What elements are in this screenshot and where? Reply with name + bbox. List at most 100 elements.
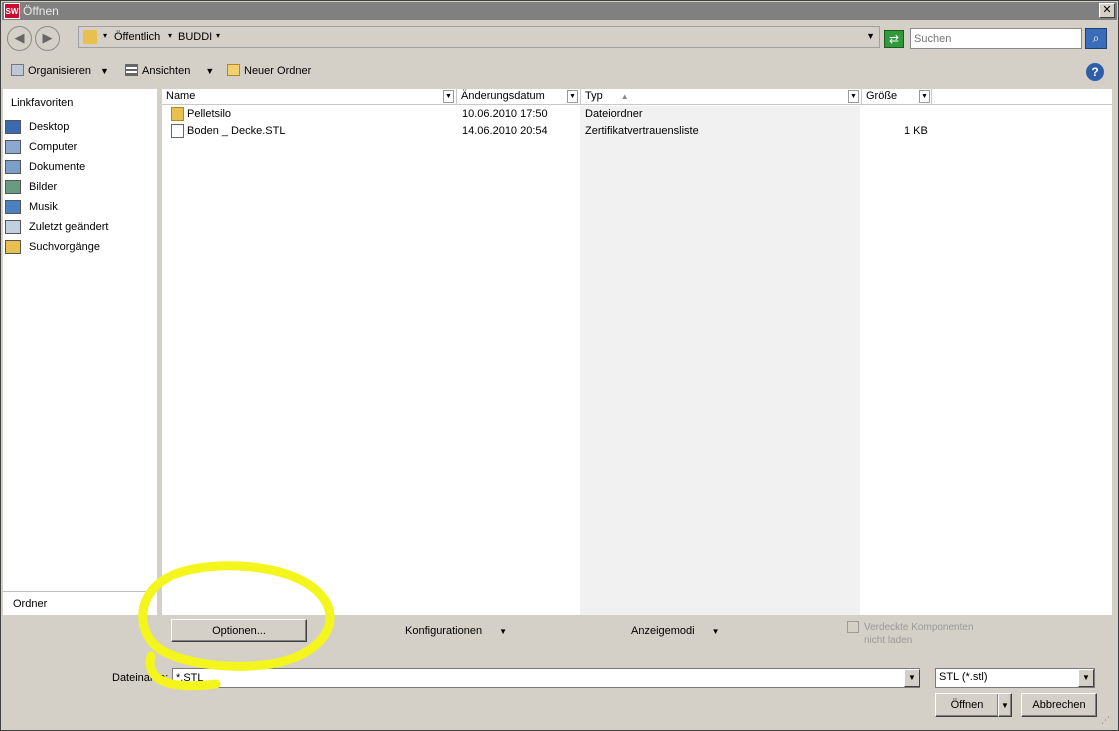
nav-item-desktop[interactable]: Desktop xyxy=(5,119,155,137)
filename-label: Dateiname: xyxy=(112,672,169,684)
views-menu[interactable]: Ansichten ▼ xyxy=(125,64,214,77)
search-icon: ⌕ xyxy=(1092,31,1100,45)
file-type-filter[interactable]: STL (*.stl) xyxy=(935,668,1095,688)
file-date: 10.06.2010 17:50 xyxy=(462,108,548,120)
file-name: Boden _ Decke.STL xyxy=(187,125,286,137)
configurations-menu[interactable]: Konfigurationen ▼ xyxy=(405,625,507,637)
file-type: Dateiordner xyxy=(585,108,643,120)
column-headers: Name ▼ Änderungsdatum ▼ Typ ▲ ▼ Größe ▼ xyxy=(162,89,1112,105)
options-button[interactable]: Optionen... xyxy=(171,619,307,642)
desktop-icon xyxy=(5,120,21,134)
address-dropdown-icon[interactable]: ▼ xyxy=(866,31,875,41)
open-split-dropdown[interactable]: ▼ xyxy=(998,693,1012,717)
column-header-type[interactable]: Typ ▲ xyxy=(580,89,861,105)
nav-item-documents[interactable]: Dokumente xyxy=(5,159,155,177)
chevron-down-icon: ▼ xyxy=(205,66,215,76)
address-row: ◀ ▶ ▾ Öffentlich ▾ BUDDI ▾ ▼ ⇄ ⌕ xyxy=(2,21,1117,57)
search-button[interactable]: ⌕ xyxy=(1085,28,1107,49)
chevron-down-icon: ▼ xyxy=(499,627,508,636)
documents-icon xyxy=(5,160,21,174)
sorted-column-shade xyxy=(580,106,860,615)
column-header-label: Name xyxy=(166,90,196,102)
breadcrumb-arrow-icon[interactable]: ▾ xyxy=(168,31,172,40)
refresh-icon: ⇄ xyxy=(888,32,900,46)
nav-item-label: Dokumente xyxy=(29,161,86,173)
certificate-file-icon xyxy=(171,124,184,138)
sort-ascending-icon: ▲ xyxy=(620,92,629,101)
open-button[interactable]: Öffnen xyxy=(935,693,999,717)
search-input[interactable] xyxy=(910,28,1082,49)
open-dialog: SW Öffnen ✕ ◀ ▶ ▾ Öffentlich ▾ BUDDI ▾ ▼… xyxy=(0,0,1119,731)
column-filter-dropdown[interactable]: ▼ xyxy=(848,90,859,103)
column-header-label: Typ xyxy=(585,90,603,102)
breadcrumb-arrow-icon[interactable]: ▾ xyxy=(216,31,220,40)
display-mode-menu[interactable]: Anzeigemodi ▼ xyxy=(631,625,720,637)
column-header-empty xyxy=(931,89,1112,105)
new-folder-button[interactable]: Neuer Ordner xyxy=(227,64,311,77)
column-filter-dropdown[interactable]: ▼ xyxy=(567,90,578,103)
nav-item-label: Bilder xyxy=(29,181,58,193)
cancel-button[interactable]: Abbrechen xyxy=(1021,693,1097,717)
chevron-up-icon: ^ xyxy=(141,596,149,610)
music-icon xyxy=(5,200,21,214)
nav-item-label: Suchvorgänge xyxy=(29,241,100,253)
configurations-label: Konfigurationen xyxy=(405,625,483,637)
hidden-components-label: Verdeckte Komponenten nicht laden xyxy=(864,622,974,646)
file-type-filter-value: STL (*.stl) xyxy=(939,671,988,683)
computer-icon xyxy=(5,140,21,154)
column-filter-dropdown[interactable]: ▼ xyxy=(919,90,930,103)
back-arrow-icon: ◀ xyxy=(14,30,25,45)
nav-item-searches[interactable]: Suchvorgänge xyxy=(5,239,155,257)
help-button[interactable]: ? xyxy=(1086,63,1104,81)
column-header-name[interactable]: Name xyxy=(162,89,456,105)
file-size: 1 KB xyxy=(904,125,928,137)
help-icon: ? xyxy=(1091,65,1099,79)
folders-toggle-bar[interactable]: Ordner ^ xyxy=(3,591,157,615)
nav-item-label: Computer xyxy=(29,141,78,153)
views-label: Ansichten xyxy=(142,65,191,77)
breadcrumb-oeffentlich[interactable]: Öffentlich xyxy=(114,31,160,43)
pane-splitter[interactable] xyxy=(157,89,161,589)
organize-menu[interactable]: Organisieren ▼ xyxy=(11,64,109,77)
column-header-label: Größe xyxy=(866,90,898,102)
recent-icon xyxy=(5,220,21,234)
file-type: Zertifikatvertrauensliste xyxy=(585,125,699,137)
file-list[interactable]: Name ▼ Änderungsdatum ▼ Typ ▲ ▼ Größe ▼ P… xyxy=(162,89,1112,615)
filename-input[interactable] xyxy=(172,668,920,688)
refresh-button[interactable]: ⇄ xyxy=(884,30,904,48)
organize-icon xyxy=(11,64,24,76)
folder-icon xyxy=(83,30,97,44)
forward-button[interactable]: ▶ xyxy=(35,26,60,51)
searches-folder-icon xyxy=(5,240,21,254)
breadcrumb-buddi[interactable]: BUDDI xyxy=(178,31,212,43)
hidden-components-checkbox[interactable] xyxy=(847,621,859,633)
toolbar: Organisieren ▼ Ansichten ▼ Neuer Ordner … xyxy=(2,59,1117,85)
close-button[interactable]: ✕ xyxy=(1099,3,1115,18)
file-date: 14.06.2010 20:54 xyxy=(462,125,548,137)
title-bar[interactable]: SW Öffnen ✕ xyxy=(2,2,1117,20)
forward-arrow-icon: ▶ xyxy=(42,30,53,45)
column-filter-dropdown[interactable]: ▼ xyxy=(443,90,454,103)
nav-item-computer[interactable]: Computer xyxy=(5,139,155,157)
breadcrumb-arrow-icon[interactable]: ▾ xyxy=(103,31,107,40)
back-button[interactable]: ◀ xyxy=(7,26,32,51)
pictures-icon xyxy=(5,180,21,194)
nav-item-recent[interactable]: Zuletzt geändert xyxy=(5,219,155,237)
favorites-header: Linkfavoriten xyxy=(11,97,74,109)
file-row[interactable]: Boden _ Decke.STL 14.06.2010 20:54 Zerti… xyxy=(162,123,1112,140)
new-folder-icon xyxy=(227,64,240,76)
chevron-down-icon: ▼ xyxy=(100,66,109,76)
nav-item-label: Zuletzt geändert xyxy=(29,221,109,233)
views-icon xyxy=(125,64,138,76)
nav-item-pictures[interactable]: Bilder xyxy=(5,179,155,197)
file-type-dropdown-button[interactable]: ▼ xyxy=(1078,669,1094,687)
address-bar[interactable]: ▾ Öffentlich ▾ BUDDI ▾ ▼ xyxy=(78,26,880,48)
nav-item-music[interactable]: Musik xyxy=(5,199,155,217)
file-row[interactable]: Pelletsilo 10.06.2010 17:50 Dateiordner xyxy=(162,106,1112,123)
filename-dropdown-button[interactable]: ▼ xyxy=(904,669,920,687)
solidworks-app-icon: SW xyxy=(4,3,20,19)
folders-label: Ordner xyxy=(13,598,48,610)
column-header-date[interactable]: Änderungsdatum xyxy=(456,89,580,105)
chevron-down-icon: ▼ xyxy=(711,627,720,636)
resize-grip-icon[interactable]: ⋰ xyxy=(1101,715,1110,726)
